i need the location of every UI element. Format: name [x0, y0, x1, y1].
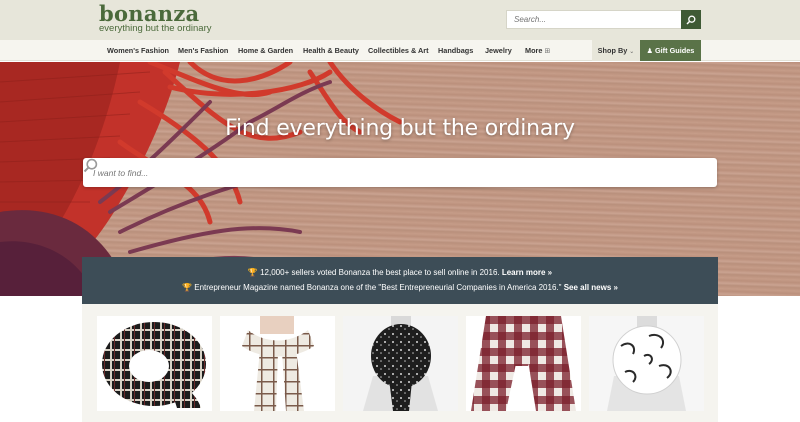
- product-card[interactable]: [466, 316, 581, 411]
- nav-mens-fashion[interactable]: Men's Fashion: [178, 40, 228, 61]
- promo-entrepreneur-text: Entrepreneur Magazine named Bonanza one …: [194, 283, 562, 292]
- brand-tagline: everything but the ordinary: [99, 23, 212, 34]
- search-icon[interactable]: [83, 158, 98, 173]
- nav-womens-fashion[interactable]: Women's Fashion: [107, 40, 169, 61]
- nav-handbags[interactable]: Handbags: [438, 40, 473, 61]
- category-nav: Women's Fashion Men's Fashion Home & Gar…: [0, 40, 800, 61]
- product-image: [471, 316, 576, 411]
- product-image: [242, 316, 314, 411]
- shop-by-dropdown[interactable]: Shop By ⌄: [592, 40, 640, 61]
- product-card[interactable]: [220, 316, 335, 411]
- product-image: [102, 322, 206, 408]
- nav-more[interactable]: More ⊞: [525, 40, 550, 61]
- promo-line-sellers: 🏆 12,000+ sellers voted Bonanza the best…: [82, 265, 718, 280]
- trophy-icon: 🏆: [182, 283, 192, 292]
- search-icon: [686, 15, 696, 25]
- nav-more-label: More: [525, 46, 543, 55]
- nav-jewelry[interactable]: Jewelry: [485, 40, 512, 61]
- product-card[interactable]: [589, 316, 704, 411]
- shop-by-label: Shop By: [597, 46, 628, 55]
- product-grid: [82, 304, 718, 422]
- product-image: [589, 316, 704, 411]
- trophy-icon: 🏆: [247, 268, 258, 277]
- site-header: bonanza everything but the ordinary: [0, 0, 800, 40]
- chevron-down-icon: ⌄: [629, 49, 635, 55]
- product-card[interactable]: [97, 316, 212, 411]
- gift-guides-button[interactable]: ♟ Gift Guides: [640, 40, 701, 61]
- header-search-button[interactable]: [681, 10, 701, 29]
- see-all-news-link[interactable]: See all news »: [564, 283, 618, 292]
- product-image: [343, 316, 458, 411]
- gift-icon: ♟: [646, 48, 653, 55]
- product-card[interactable]: [343, 316, 458, 411]
- learn-more-link[interactable]: Learn more »: [502, 268, 552, 277]
- hero-search-input[interactable]: [83, 158, 673, 187]
- hero-search-bar[interactable]: [83, 158, 717, 187]
- nav-collectibles-art[interactable]: Collectibles & Art: [368, 40, 429, 61]
- gift-guides-label: Gift Guides: [654, 46, 695, 55]
- promo-line-entrepreneur: 🏆 Entrepreneur Magazine named Bonanza on…: [82, 280, 718, 295]
- promo-sellers-text: 12,000+ sellers voted Bonanza the best p…: [260, 268, 500, 277]
- plus-box-icon: ⊞: [544, 48, 551, 55]
- promo-banner: 🏆 12,000+ sellers voted Bonanza the best…: [82, 257, 718, 304]
- brand-logo[interactable]: bonanza everything but the ordinary: [99, 1, 212, 34]
- nav-home-garden[interactable]: Home & Garden: [238, 40, 293, 61]
- hero-title: Find everything but the ordinary: [225, 116, 575, 141]
- header-search-input[interactable]: [506, 10, 681, 29]
- nav-health-beauty[interactable]: Health & Beauty: [303, 40, 359, 61]
- brand-name: bonanza: [99, 1, 200, 26]
